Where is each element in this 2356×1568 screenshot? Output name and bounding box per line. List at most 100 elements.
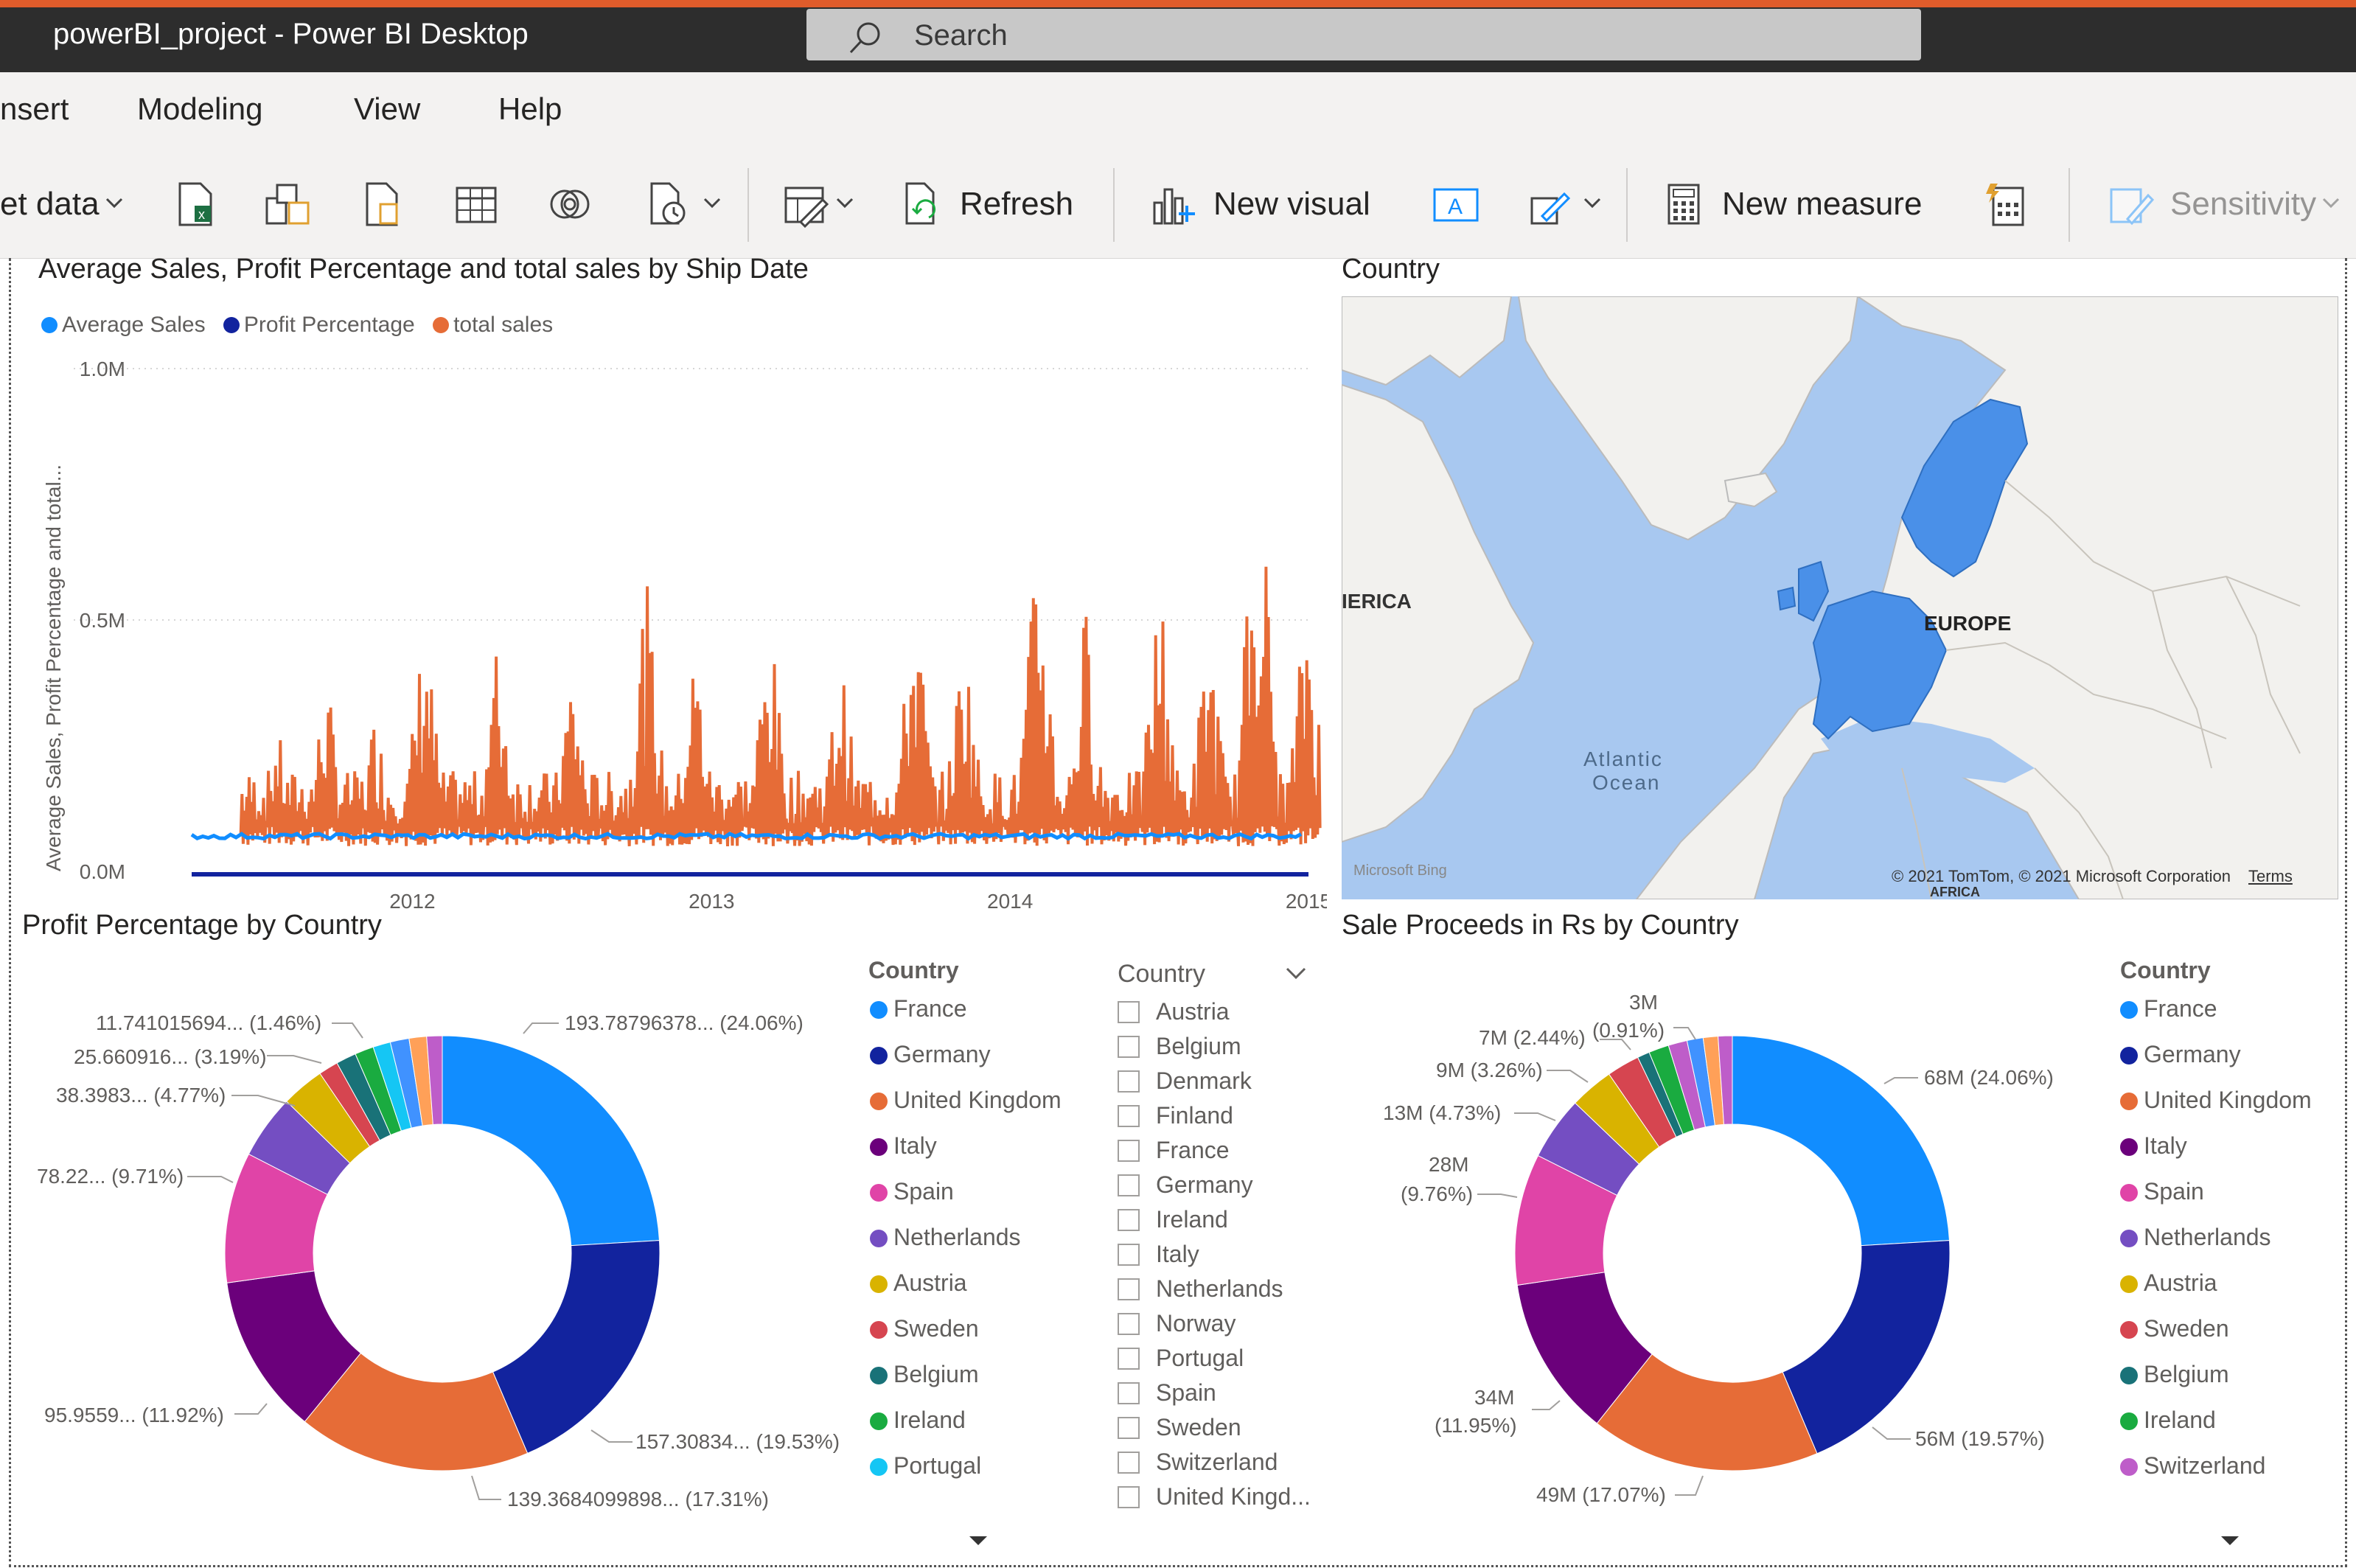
- enter-data-button[interactable]: [453, 174, 500, 234]
- legend-item-austria[interactable]: Austria: [2120, 1269, 2217, 1297]
- slicer-chevron-down-icon[interactable]: [1283, 963, 1309, 983]
- slicer-item-finland[interactable]: Finland: [1118, 1102, 1233, 1129]
- donut-slice-germany[interactable]: [492, 1240, 661, 1454]
- donut-slice-france[interactable]: [442, 1035, 661, 1247]
- slicer-item-ireland[interactable]: Ireland: [1118, 1206, 1228, 1233]
- slicer-item-austria[interactable]: Austria: [1118, 998, 1230, 1025]
- map-terms-link[interactable]: Terms: [2248, 867, 2293, 886]
- slicer-checkbox[interactable]: [1118, 1244, 1140, 1266]
- legend-label: Portugal: [893, 1452, 982, 1479]
- bing-logo: Microsoft Bing: [1353, 863, 1447, 879]
- menu-insert[interactable]: nsert: [0, 91, 69, 127]
- search-box[interactable]: Search: [806, 9, 1921, 60]
- quick-measure-button[interactable]: [1983, 174, 2032, 234]
- map-label-africa: AFRICA: [1930, 885, 1980, 899]
- dataverse-button[interactable]: [546, 174, 594, 234]
- datahub-button[interactable]: [262, 174, 314, 234]
- new-measure-button[interactable]: New measure: [1662, 174, 1922, 234]
- slicer-item-switzerland[interactable]: Switzerland: [1118, 1449, 1278, 1476]
- slicer-item-spain[interactable]: Spain: [1118, 1379, 1216, 1407]
- excel-button[interactable]: x: [174, 174, 218, 234]
- slicer-checkbox[interactable]: [1118, 1001, 1140, 1023]
- slicer-checkbox[interactable]: [1118, 1140, 1140, 1162]
- legend-item-belgium[interactable]: Belgium: [870, 1361, 979, 1388]
- slicer-item-netherlands[interactable]: Netherlands: [1118, 1275, 1283, 1303]
- legend-item-spain[interactable]: Spain: [2120, 1178, 2204, 1205]
- legend-label: Italy: [2144, 1132, 2187, 1159]
- donut-slice-france[interactable]: [1732, 1035, 1951, 1247]
- legend-item-ireland[interactable]: Ireland: [870, 1407, 966, 1434]
- legend-item-netherlands[interactable]: Netherlands: [870, 1224, 1021, 1251]
- slicer-checkbox[interactable]: [1118, 1036, 1140, 1058]
- legend-item-united-kingdom[interactable]: United Kingdom: [2120, 1087, 2312, 1114]
- slicer-item-france[interactable]: France: [1118, 1137, 1230, 1164]
- sql-button[interactable]: [361, 174, 405, 234]
- legend-label: Sweden: [2144, 1315, 2229, 1342]
- series-line-total-sales[interactable]: [239, 566, 1322, 846]
- slicer-item-united-kingd-[interactable]: United Kingd...: [1118, 1483, 1311, 1510]
- menu-help[interactable]: Help: [498, 91, 562, 127]
- slicer-checkbox[interactable]: [1118, 1070, 1140, 1093]
- legend-item-germany[interactable]: Germany: [870, 1041, 991, 1068]
- legend-dot: [2120, 1458, 2138, 1476]
- menu-view[interactable]: View: [354, 91, 420, 127]
- legend-item-united-kingdom[interactable]: United Kingdom: [870, 1087, 1062, 1114]
- legend-item-spain[interactable]: Spain: [870, 1178, 954, 1205]
- slicer-checkbox[interactable]: [1118, 1486, 1140, 1508]
- slicer-checkbox[interactable]: [1118, 1417, 1140, 1439]
- legend-item-sweden[interactable]: Sweden: [2120, 1315, 2229, 1342]
- transform-data-button[interactable]: [781, 174, 860, 234]
- legend-item-netherlands[interactable]: Netherlands: [2120, 1224, 2271, 1251]
- slicer-item-portugal[interactable]: Portugal: [1118, 1345, 1244, 1372]
- title-bar: powerBI_project - Power BI Desktop Searc…: [0, 7, 2356, 72]
- legend-label: France: [893, 995, 967, 1022]
- recent-sources-button[interactable]: [646, 174, 727, 234]
- slicer-checkbox[interactable]: [1118, 1174, 1140, 1196]
- legend-item-portugal[interactable]: Portugal: [870, 1452, 981, 1480]
- y-axis-title: Average Sales, Profit Percentage and tot…: [42, 464, 65, 871]
- legend-label: Ireland: [2144, 1407, 2216, 1433]
- slicer-item-belgium[interactable]: Belgium: [1118, 1033, 1241, 1060]
- slicer-checkbox[interactable]: [1118, 1278, 1140, 1300]
- slicer-item-germany[interactable]: Germany: [1118, 1171, 1253, 1199]
- legend-item-sweden[interactable]: Sweden: [870, 1315, 979, 1342]
- legend-dot: [870, 1184, 888, 1202]
- slicer-checkbox[interactable]: [1118, 1105, 1140, 1127]
- legend-item-switzerland[interactable]: Switzerland: [2120, 1452, 2265, 1480]
- sensitivity-button[interactable]: Sensitivity: [2105, 174, 2346, 234]
- legend-item-austria[interactable]: Austria: [870, 1269, 967, 1297]
- slicer-checkbox[interactable]: [1118, 1452, 1140, 1474]
- legend-label: Italy: [893, 1132, 937, 1159]
- slicer-item-denmark[interactable]: Denmark: [1118, 1067, 1252, 1095]
- text-box-button[interactable]: A: [1430, 174, 1482, 234]
- legend-item-belgium[interactable]: Belgium: [2120, 1361, 2229, 1388]
- slicer-checkbox[interactable]: [1118, 1382, 1140, 1404]
- legend-scroll-down-icon[interactable]: [2219, 1533, 2241, 1548]
- slicer-item-norway[interactable]: Norway: [1118, 1310, 1235, 1337]
- legend-item-germany[interactable]: Germany: [2120, 1041, 2241, 1068]
- legend-item-france[interactable]: France: [2120, 995, 2217, 1022]
- slicer-checkbox[interactable]: [1118, 1348, 1140, 1370]
- legend-dot: [870, 1321, 888, 1339]
- legend-label: Germany: [2144, 1041, 2241, 1067]
- legend-item-average-sales: Average Sales: [41, 313, 206, 337]
- legend-item-italy[interactable]: Italy: [870, 1132, 937, 1160]
- slicer-checkbox[interactable]: [1118, 1209, 1140, 1231]
- get-data-button[interactable]: et data: [0, 174, 129, 234]
- refresh-icon: [905, 182, 936, 225]
- slicer-item-sweden[interactable]: Sweden: [1118, 1414, 1241, 1441]
- data-label-netherlands: 38.3983... (4.77%): [56, 1084, 226, 1107]
- more-visuals-button[interactable]: [1526, 174, 1607, 234]
- legend-item-france[interactable]: France: [870, 995, 967, 1022]
- refresh-button[interactable]: Refresh: [899, 174, 1073, 234]
- donut-slice-germany[interactable]: [1782, 1240, 1951, 1454]
- profit-legend-title: Country: [868, 957, 959, 983]
- slicer-item-italy[interactable]: Italy: [1118, 1241, 1199, 1268]
- legend-scroll-down-icon[interactable]: [967, 1533, 989, 1548]
- legend-item-italy[interactable]: Italy: [2120, 1132, 2187, 1160]
- new-visual-button[interactable]: New visual: [1149, 174, 1370, 234]
- legend-item-ireland[interactable]: Ireland: [2120, 1407, 2216, 1434]
- slicer-checkbox[interactable]: [1118, 1313, 1140, 1335]
- menu-modeling[interactable]: Modeling: [137, 91, 262, 127]
- sales-donut-chart: [1514, 1035, 1951, 1471]
